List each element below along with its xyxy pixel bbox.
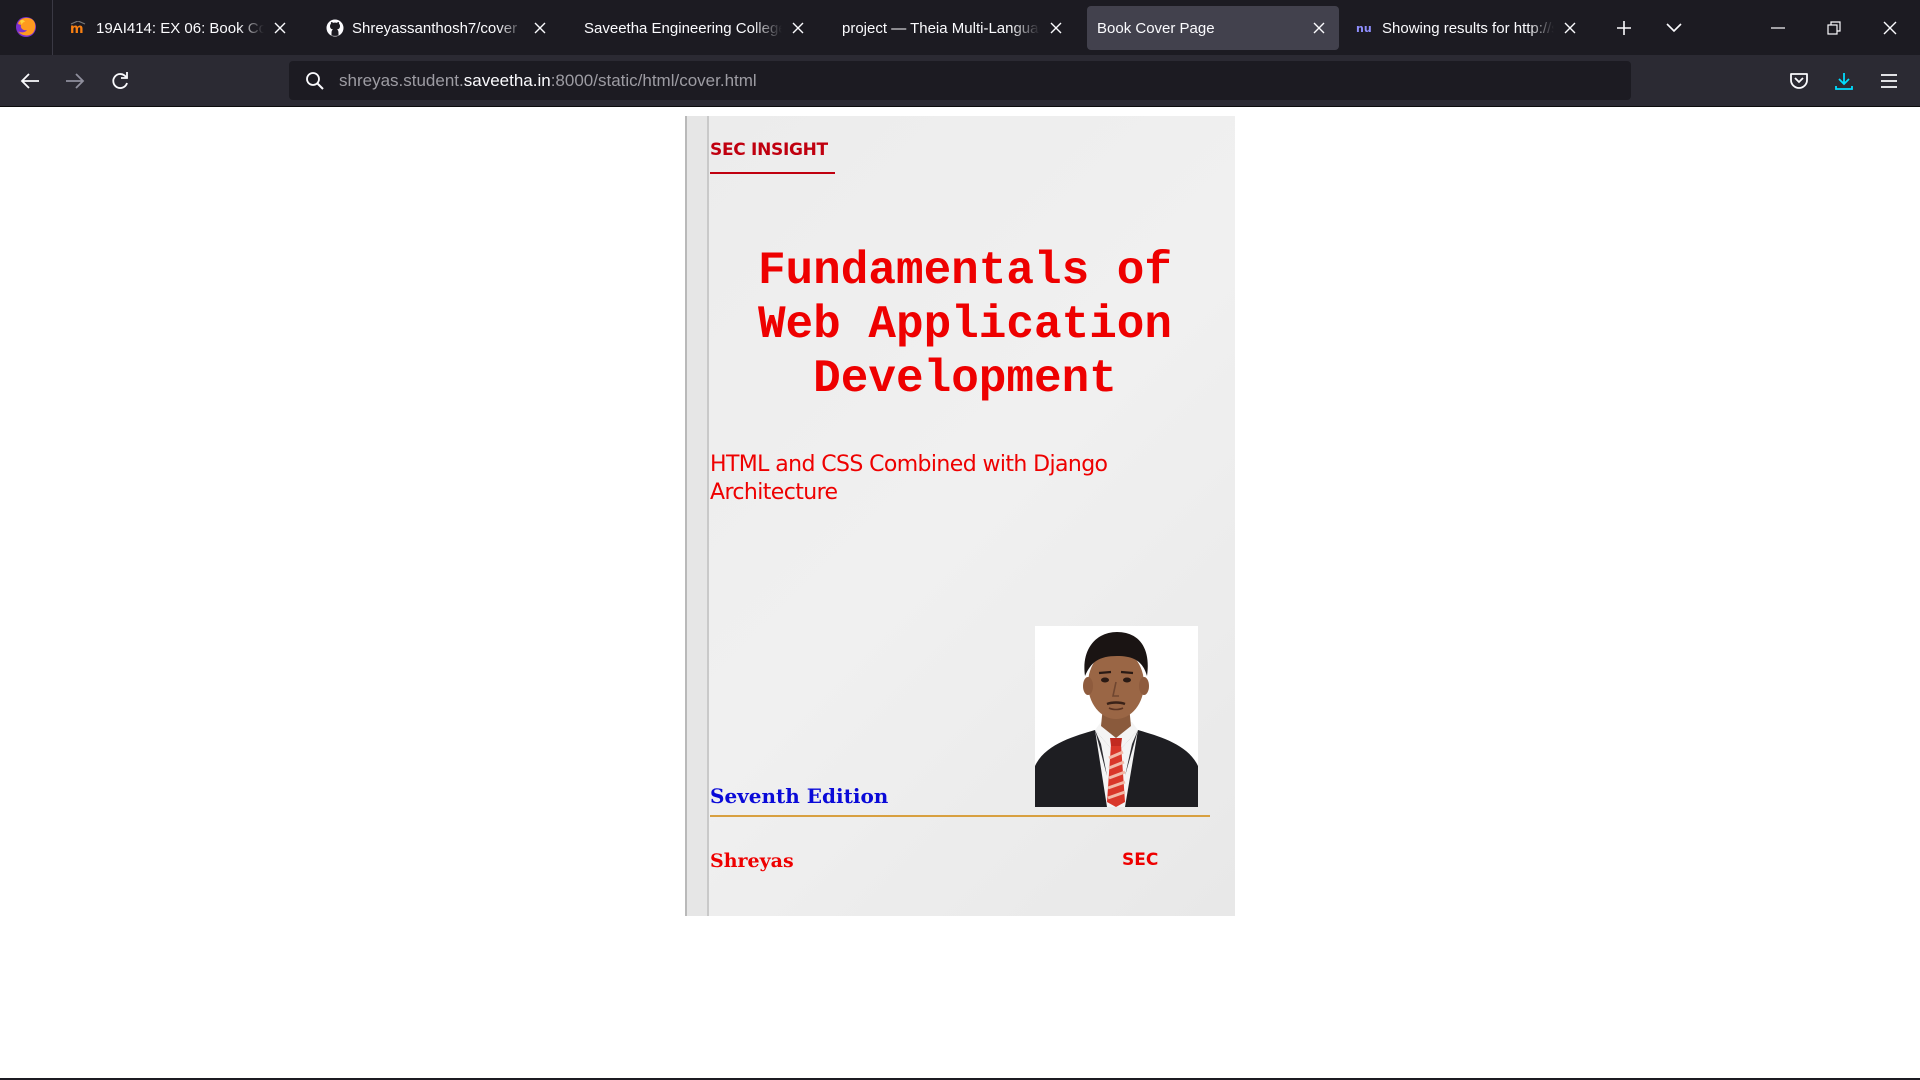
tab-theia-project[interactable]: project — Theia Multi-Language Example <box>832 6 1076 50</box>
svg-text:nu: nu <box>1356 22 1372 35</box>
publisher-underline <box>710 172 835 174</box>
tab-title: Saveetha Engineering College <box>584 19 782 37</box>
close-tab-icon[interactable] <box>1309 18 1329 38</box>
close-tab-icon[interactable] <box>1560 18 1580 38</box>
publisher-name: SEC INSIGHT <box>710 140 828 160</box>
author-photo <box>1035 626 1198 807</box>
navigation-toolbar: shreyas.student.saveetha.in:8000/static/… <box>0 55 1920 107</box>
imprint-name: SEC <box>1122 850 1159 870</box>
firefox-logo-icon[interactable] <box>13 14 39 40</box>
tab-separator <box>52 0 53 55</box>
list-all-tabs-chevron-down-icon[interactable] <box>1658 12 1690 44</box>
close-tab-icon[interactable] <box>1046 18 1066 38</box>
book-title-line: Development <box>813 353 1117 405</box>
url-suffix: :8000/static/html/cover.html <box>550 70 757 90</box>
downloads-icon[interactable] <box>1826 63 1862 99</box>
tab-search-results[interactable]: nu Showing results for http://shreyas.st… <box>1346 6 1590 50</box>
book-title: Fundamentals of Web Application Developm… <box>710 244 1220 406</box>
tab-strip: m 19AI414: EX 06: Book Cover Page Shreya… <box>0 0 1920 55</box>
close-tab-icon[interactable] <box>530 18 550 38</box>
menu-hamburger-icon[interactable] <box>1871 63 1907 99</box>
new-tab-icon[interactable] <box>1608 12 1640 44</box>
tab-saveetha[interactable]: Saveetha Engineering College <box>574 6 818 50</box>
tab-title: Shreyassanthosh7/cover <box>352 19 518 37</box>
github-icon <box>326 19 344 37</box>
tab-title: Showing results for http://shreyas.stude… <box>1382 19 1554 37</box>
close-tab-icon[interactable] <box>788 18 808 38</box>
book-subtitle: HTML and CSS Combined with Django Archit… <box>710 451 1140 507</box>
book-cover: SEC INSIGHT Fundamentals of Web Applicat… <box>685 116 1235 916</box>
restore-icon[interactable] <box>1806 0 1862 55</box>
tab-title: Book Cover Page <box>1097 19 1215 37</box>
book-title-line: Web Application <box>757 299 1173 351</box>
minimize-icon[interactable] <box>1750 0 1806 55</box>
tab-github[interactable]: Shreyassanthosh7/cover <box>316 6 560 50</box>
author-name: Shreyas <box>710 850 794 872</box>
book-subtitle-line: Architecture <box>710 480 838 505</box>
tab-title: 19AI414: EX 06: Book Cover Page <box>96 19 264 37</box>
edition-label: Seventh Edition <box>710 784 889 808</box>
url-host: saveetha.in <box>463 70 551 90</box>
moodle-icon: m <box>70 19 88 37</box>
tab-moodle[interactable]: m 19AI414: EX 06: Book Cover Page <box>60 6 300 50</box>
search-icon <box>295 61 335 100</box>
pocket-icon[interactable] <box>1781 63 1817 99</box>
tab-book-cover-page[interactable]: Book Cover Page <box>1087 6 1339 50</box>
spine-band <box>687 116 709 916</box>
close-tab-icon[interactable] <box>270 18 290 38</box>
forward-arrow-icon[interactable] <box>57 63 93 99</box>
url-bar[interactable]: shreyas.student.saveetha.in:8000/static/… <box>289 61 1631 100</box>
url-prefix: shreyas.student. <box>339 70 464 90</box>
url-text[interactable]: shreyas.student.saveetha.in:8000/static/… <box>339 71 757 91</box>
close-window-icon[interactable] <box>1862 0 1918 55</box>
divider-rule <box>710 815 1210 817</box>
tab-title: project — Theia Multi-Language Example <box>842 19 1040 37</box>
back-arrow-icon[interactable] <box>12 63 48 99</box>
nu-icon: nu <box>1356 19 1374 37</box>
book-title-line: Fundamentals of <box>757 245 1173 297</box>
book-subtitle-line: HTML and CSS Combined with Django <box>710 452 1108 477</box>
spine-edge <box>707 116 709 916</box>
reload-icon[interactable] <box>102 63 138 99</box>
